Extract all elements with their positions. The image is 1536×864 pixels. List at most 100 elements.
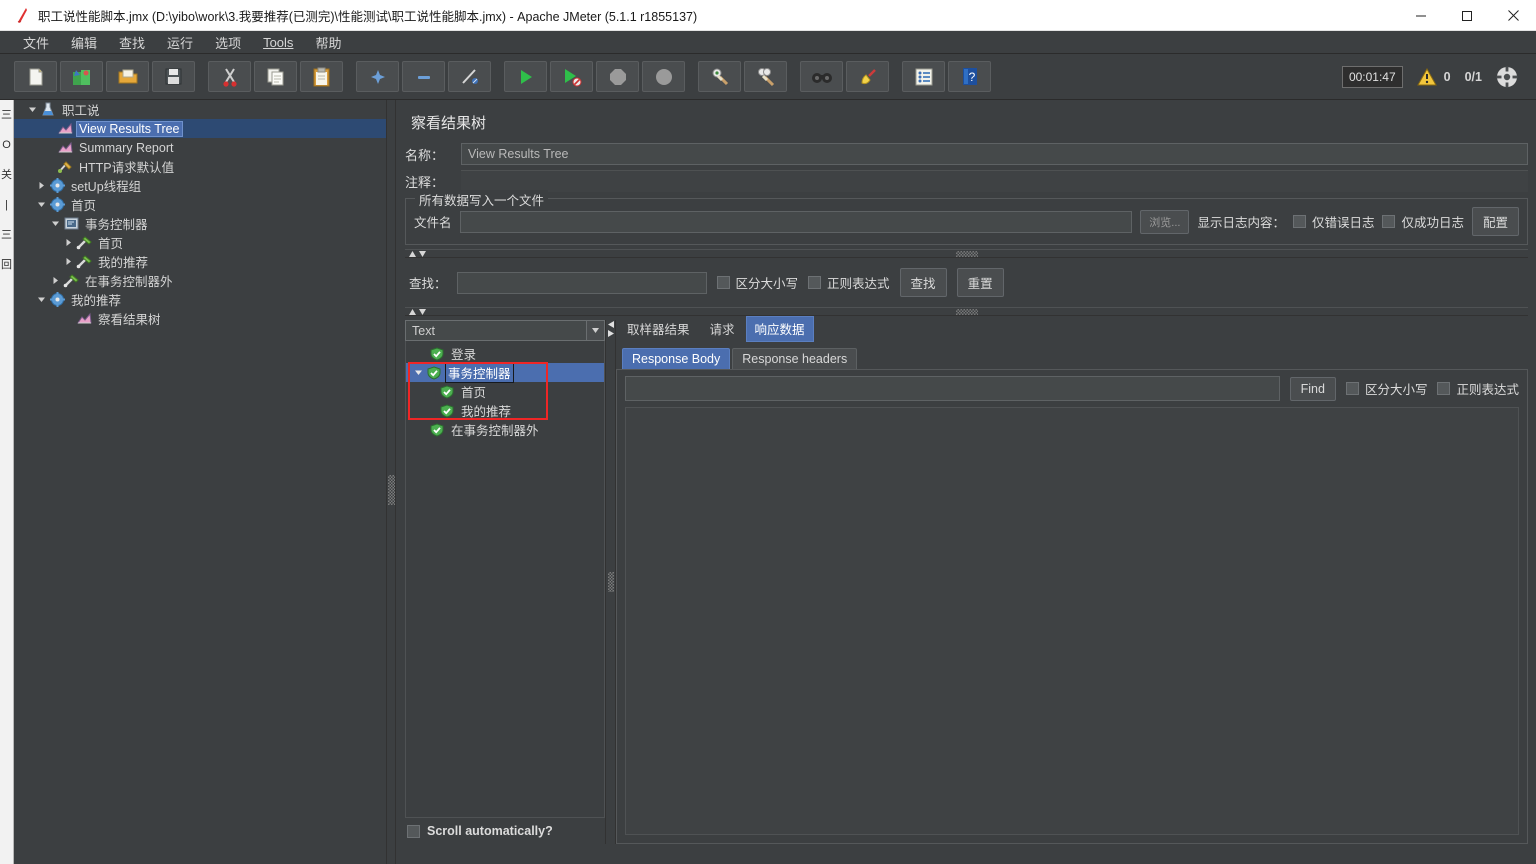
result-row-my-recommend[interactable]: 我的推荐	[406, 401, 604, 420]
open-icon[interactable]	[106, 61, 149, 92]
scroll-automatically-checkbox[interactable]: Scroll automatically?	[405, 818, 605, 844]
response-body-text[interactable]	[625, 407, 1519, 835]
tree-node-test-plan[interactable]: 职工说	[14, 100, 386, 119]
filename-input[interactable]	[459, 210, 1133, 233]
paste-icon[interactable]	[300, 61, 343, 92]
name-input[interactable]	[461, 143, 1528, 165]
close-button[interactable]	[1490, 0, 1536, 31]
search-input[interactable]	[456, 271, 707, 294]
chevron-down-icon[interactable]	[35, 198, 48, 211]
tree-node-thread-group-my-recommend[interactable]: 我的推荐	[14, 290, 386, 309]
tree-node-sampler-home[interactable]: 首页	[14, 233, 386, 252]
minimize-button[interactable]	[1398, 0, 1444, 31]
tree-node-sampler-outside-controller[interactable]: 在事务控制器外	[14, 271, 386, 290]
result-row-login[interactable]: 登录	[406, 344, 604, 363]
results-tree[interactable]: 登录 事务控制器 首页 我的推荐 在事务控制器外	[405, 341, 605, 818]
subtab-response-headers[interactable]: Response headers	[732, 348, 858, 369]
menu-tools[interactable]: Tools	[252, 33, 304, 52]
browse-button[interactable]: 浏览...	[1140, 209, 1190, 234]
save-icon[interactable]	[152, 61, 195, 92]
checkbox-box[interactable]	[716, 276, 730, 289]
search-reset-button[interactable]: 重置	[956, 268, 1004, 297]
expand-all-icon[interactable]	[356, 61, 399, 92]
split-grip[interactable]	[608, 572, 614, 592]
start-no-pause-icon[interactable]	[550, 61, 593, 92]
help-icon[interactable]: ?	[948, 61, 991, 92]
configure-button[interactable]: 配置	[1471, 207, 1519, 236]
tab-request[interactable]: 请求	[700, 316, 744, 342]
chevron-down-icon[interactable]	[586, 321, 604, 340]
upper-split-divider[interactable]	[405, 249, 1528, 258]
search-regex-checkbox[interactable]: 正则表达式	[808, 273, 890, 292]
find-regex-checkbox[interactable]: 正则表达式	[1437, 379, 1519, 398]
shutdown-icon[interactable]	[642, 61, 685, 92]
find-input[interactable]	[625, 376, 1280, 401]
result-row-outside-controller[interactable]: 在事务控制器外	[406, 420, 604, 439]
menu-options[interactable]: 选项	[204, 31, 252, 54]
tree-node-thread-group-home[interactable]: 首页	[14, 195, 386, 214]
start-icon[interactable]	[504, 61, 547, 92]
new-icon[interactable]	[14, 61, 57, 92]
split-grip[interactable]	[955, 309, 978, 315]
copy-icon[interactable]	[254, 61, 297, 92]
checkbox-box[interactable]	[1382, 215, 1396, 228]
render-type-combo[interactable]: Text	[405, 320, 605, 341]
chevron-right-icon[interactable]	[35, 179, 48, 192]
split-grip[interactable]	[955, 251, 978, 257]
subtab-response-body[interactable]: Response Body	[622, 348, 731, 369]
checkbox-box[interactable]	[407, 824, 420, 838]
chevron-right-icon[interactable]	[62, 236, 75, 249]
tree-node-summary-report[interactable]: Summary Report	[14, 138, 386, 157]
search-find-button[interactable]: 查找	[899, 268, 947, 297]
clear-icon[interactable]	[698, 61, 741, 92]
chevron-down-icon[interactable]	[26, 103, 39, 116]
results-response-divider[interactable]	[605, 320, 616, 844]
collapse-all-icon[interactable]	[402, 61, 445, 92]
tab-sampler-result[interactable]: 取样器结果	[618, 316, 699, 342]
split-collapse-arrows[interactable]	[606, 320, 615, 338]
stop-icon[interactable]	[596, 61, 639, 92]
function-helper-icon[interactable]	[902, 61, 945, 92]
menu-search[interactable]: 查找	[108, 31, 156, 54]
menu-edit[interactable]: 编辑	[60, 31, 108, 54]
chevron-right-icon[interactable]	[49, 274, 62, 287]
warning-group[interactable]: 0	[1416, 68, 1451, 86]
find-button[interactable]: Find	[1289, 376, 1336, 401]
menu-run[interactable]: 运行	[156, 31, 204, 54]
tree-node-sampler-my-recommend[interactable]: 我的推荐	[14, 252, 386, 271]
tab-response-data[interactable]: 响应数据	[745, 316, 814, 342]
tree-node-setup-thread-group[interactable]: setUp线程组	[14, 176, 386, 195]
result-row-transaction-controller[interactable]: 事务控制器	[406, 362, 604, 383]
find-case-sensitive-checkbox[interactable]: 区分大小写	[1345, 379, 1427, 398]
lower-split-divider[interactable]	[405, 307, 1528, 316]
tree-node-http-defaults[interactable]: HTTP请求默认值	[14, 157, 386, 176]
menu-help[interactable]: 帮助	[304, 31, 352, 54]
cut-icon[interactable]	[208, 61, 251, 92]
test-plan-tree[interactable]: 职工说 View Results Tree Summary Report HTT…	[14, 100, 386, 856]
clear-all-icon[interactable]	[744, 61, 787, 92]
tree-node-transaction-controller[interactable]: 事务控制器	[14, 214, 386, 233]
split-collapse-arrows[interactable]	[408, 308, 427, 316]
main-split-divider[interactable]	[386, 100, 396, 864]
checkbox-box[interactable]	[1345, 382, 1359, 395]
menu-file[interactable]: 文件	[12, 31, 60, 54]
comment-input[interactable]	[461, 170, 1528, 192]
search-icon[interactable]	[800, 61, 843, 92]
templates-icon[interactable]	[60, 61, 103, 92]
chevron-down-icon[interactable]	[412, 366, 425, 379]
errors-only-checkbox[interactable]: 仅错误日志	[1292, 212, 1374, 231]
toggle-icon[interactable]	[448, 61, 491, 92]
search-reset-icon[interactable]	[846, 61, 889, 92]
success-only-checkbox[interactable]: 仅成功日志	[1382, 212, 1464, 231]
chevron-right-icon[interactable]	[62, 255, 75, 268]
chevron-down-icon[interactable]	[49, 217, 62, 230]
search-case-sensitive-checkbox[interactable]: 区分大小写	[716, 273, 798, 292]
tree-node-view-results-tree[interactable]: View Results Tree	[14, 119, 386, 138]
threads-gear-icon[interactable]	[1496, 66, 1518, 88]
result-row-home[interactable]: 首页	[406, 382, 604, 401]
tree-node-view-results-tree-2[interactable]: 察看结果树	[14, 309, 386, 328]
maximize-button[interactable]	[1444, 0, 1490, 31]
chevron-down-icon[interactable]	[35, 293, 48, 306]
split-collapse-arrows[interactable]	[408, 250, 427, 258]
split-grip[interactable]	[388, 475, 395, 505]
